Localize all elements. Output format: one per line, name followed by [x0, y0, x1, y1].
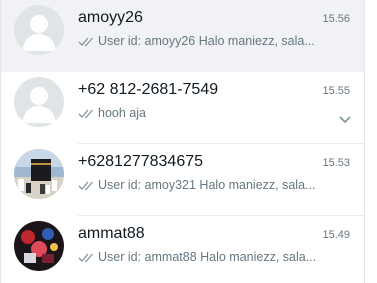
chat-name: amoyy26	[78, 9, 143, 26]
chat-time: 15.56	[322, 13, 350, 25]
chat-name: +62 812-2681-7549	[78, 81, 219, 98]
colorful-photo	[14, 221, 64, 271]
chat-preview: User id: ammat88 Halo maniezz, sala...	[98, 250, 317, 264]
default-avatar-icon	[14, 5, 64, 55]
chat-preview: User id: amoyy26 Halo maniezz, sala...	[98, 34, 315, 48]
chat-name: ammat88	[78, 225, 145, 242]
chat-row-amoyy26[interactable]: amoyy26 15.56 User id: amoyy26 Halo mani…	[1, 0, 364, 72]
chat-time: 15.55	[322, 85, 350, 97]
default-avatar-icon	[14, 77, 64, 127]
chat-time: 15.49	[322, 229, 350, 241]
double-check-icon	[78, 253, 93, 262]
chat-preview: User id: amoy321 Halo maniezz, sala...	[98, 178, 316, 192]
double-check-icon	[78, 109, 93, 118]
chevron-down-icon[interactable]	[338, 115, 352, 125]
chat-row-ammat88[interactable]: ammat88 15.49 User id: ammat88 Halo mani…	[1, 216, 364, 283]
kaaba-photo	[14, 149, 64, 199]
chat-row-6281226817549[interactable]: +62 812-2681-7549 15.55 hooh aja	[1, 72, 364, 144]
double-check-icon	[78, 181, 93, 190]
chat-row-6281277834675[interactable]: +6281277834675 15.53 User id: amoy321 Ha…	[1, 144, 364, 216]
double-check-icon	[78, 37, 93, 46]
chat-name: +6281277834675	[78, 153, 204, 170]
chat-time: 15.53	[322, 157, 350, 169]
chat-preview: hooh aja	[98, 106, 146, 120]
chat-list: amoyy26 15.56 User id: amoyy26 Halo mani…	[0, 0, 377, 283]
right-border	[364, 0, 365, 283]
